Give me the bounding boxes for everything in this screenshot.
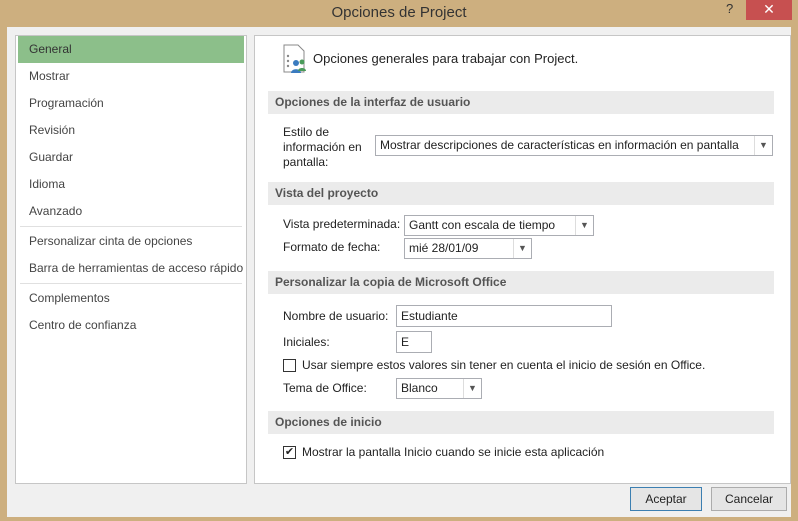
show-start-checkbox[interactable]: ✔ [283,446,296,459]
show-start-label: Mostrar la pantalla Inicio cuando se ini… [302,445,605,459]
sidebar-item-complementos[interactable]: Complementos [18,285,244,312]
section-project-view: Vista del proyecto [268,182,774,205]
sidebar-item-general[interactable]: General [18,36,244,63]
section-office-copy: Personalizar la copia de Microsoft Offic… [268,271,774,294]
default-view-value: Gantt con escala de tiempo [409,218,556,232]
chevron-down-icon[interactable]: ▼ [513,239,531,258]
settings-panel: Opciones generales para trabajar con Pro… [254,35,791,484]
office-theme-select[interactable]: Blanco ▼ [396,378,482,399]
sidebar-item-personalizar-cinta[interactable]: Personalizar cinta de opciones [18,228,244,255]
username-label: Nombre de usuario: [283,309,389,323]
general-options-icon [283,44,306,73]
sidebar-item-revision[interactable]: Revisión [18,117,244,144]
initials-input[interactable]: E [396,331,432,353]
window-title: Opciones de Project [331,4,467,21]
dialog-body: General Mostrar Programación Revisión Gu… [7,27,791,517]
office-theme-label: Tema de Office: [283,381,367,395]
sidebar: General Mostrar Programación Revisión Gu… [15,35,247,484]
tooltip-style-value: Mostrar descripciones de características… [380,138,739,152]
section-start-options: Opciones de inicio [268,411,774,434]
chevron-down-icon[interactable]: ▼ [754,136,772,155]
tooltip-style-select[interactable]: Mostrar descripciones de características… [375,135,773,156]
always-use-checkbox[interactable] [283,359,296,372]
tooltip-style-label: Estilo de información en pantalla: [283,125,362,169]
ok-button[interactable]: Aceptar [630,487,702,511]
always-use-label: Usar siempre estos valores sin tener en … [302,358,706,372]
initials-label: Iniciales: [283,335,330,349]
default-view-select[interactable]: Gantt con escala de tiempo ▼ [404,215,594,236]
office-theme-value: Blanco [401,381,438,395]
username-input[interactable]: Estudiante [396,305,612,327]
section-ui-options: Opciones de la interfaz de usuario [268,91,774,114]
divider [20,283,242,284]
title-bar: Opciones de Project [0,0,798,26]
sidebar-item-programacion[interactable]: Programación [18,90,244,117]
sidebar-item-barra-acceso-rapido[interactable]: Barra de herramientas de acceso rápido [18,255,244,282]
sidebar-item-mostrar[interactable]: Mostrar [18,63,244,90]
chevron-down-icon[interactable]: ▼ [575,216,593,235]
checkmark-icon: ✔ [284,446,295,458]
date-format-label: Formato de fecha: [283,240,381,254]
close-button[interactable]: ✕ [746,0,792,20]
sidebar-item-idioma[interactable]: Idioma [18,171,244,198]
sidebar-item-centro-confianza[interactable]: Centro de confianza [18,312,244,339]
intro-text: Opciones generales para trabajar con Pro… [313,51,579,66]
divider [20,226,242,227]
help-button[interactable]: ? [726,0,746,20]
sidebar-item-avanzado[interactable]: Avanzado [18,198,244,225]
date-format-value: mié 28/01/09 [409,241,479,255]
sidebar-item-guardar[interactable]: Guardar [18,144,244,171]
date-format-select[interactable]: mié 28/01/09 ▼ [404,238,532,259]
cancel-button[interactable]: Cancelar [711,487,787,511]
default-view-label: Vista predeterminada: [283,217,401,231]
chevron-down-icon[interactable]: ▼ [463,379,481,398]
